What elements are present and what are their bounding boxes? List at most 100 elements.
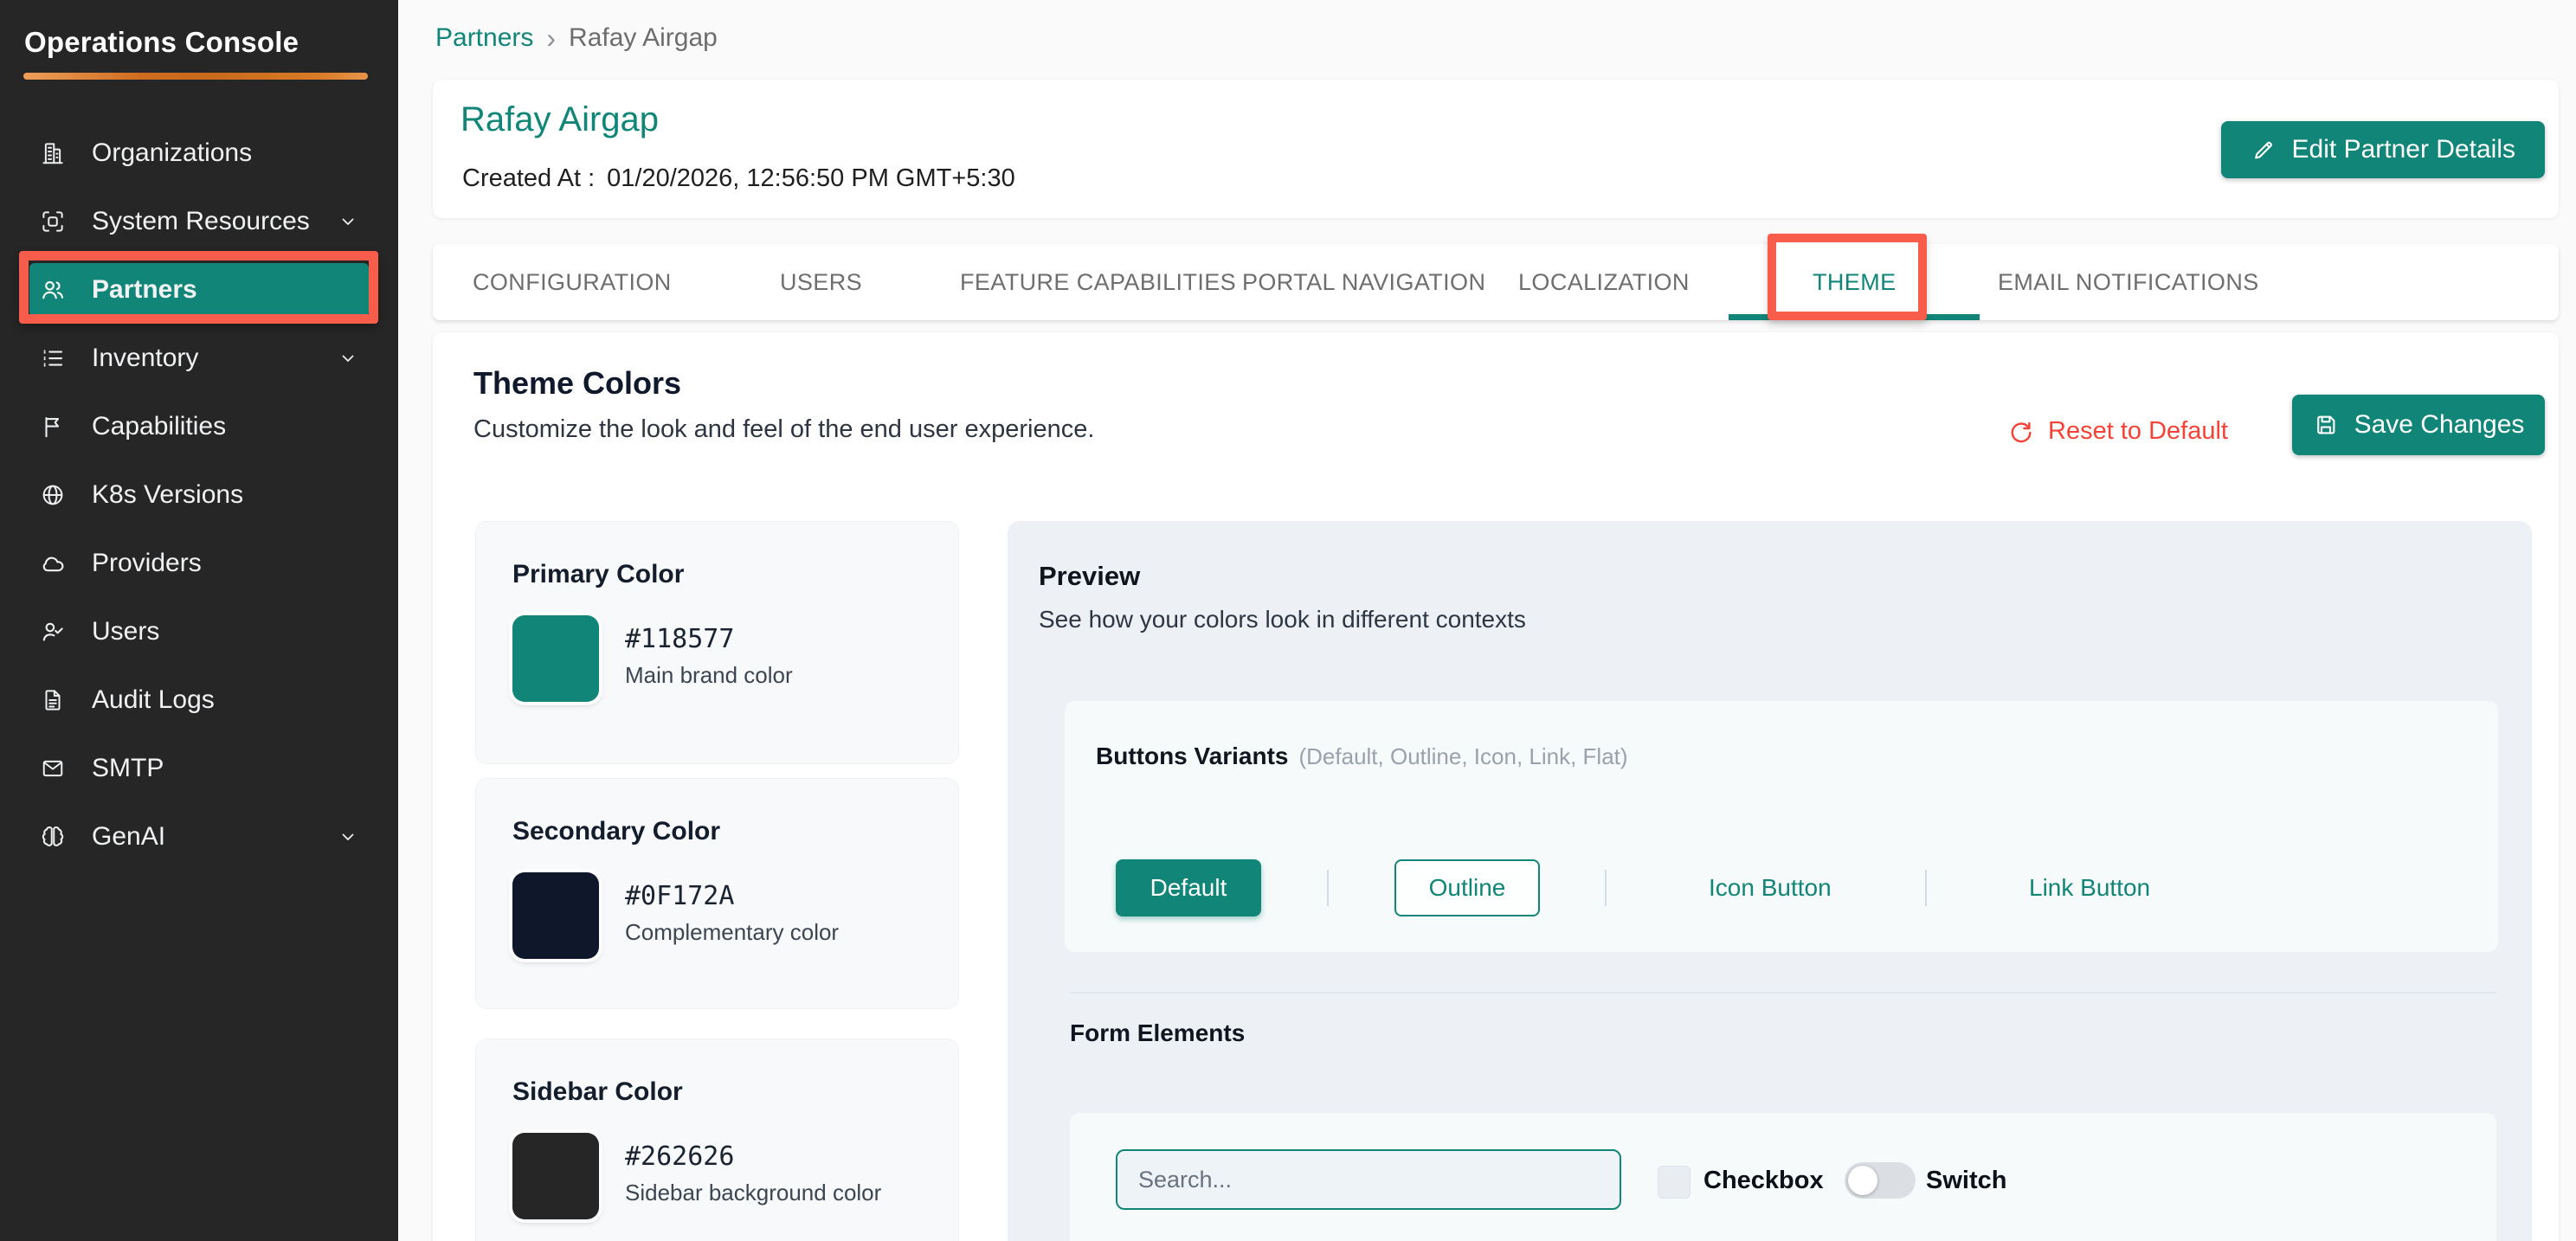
sidebar-item-label: System Resources: [92, 207, 310, 236]
vertical-divider: [1327, 870, 1329, 906]
chevron-down-icon: [338, 348, 358, 369]
tab-theme[interactable]: THEME: [1813, 244, 1897, 320]
color-card-title: Primary Color: [512, 560, 684, 589]
preview-icon-button[interactable]: Icon Button: [1709, 859, 1832, 916]
save-changes-button[interactable]: Save Changes: [2292, 395, 2545, 455]
breadcrumb-current: Rafay Airgap: [569, 23, 718, 53]
globe-icon: [40, 482, 66, 508]
sidebar-item-inventory[interactable]: Inventory: [29, 331, 369, 385]
primary-color-card: Primary Color #118577 Main brand color: [475, 521, 959, 764]
refresh-icon: [2006, 418, 2034, 446]
reset-to-default-label: Reset to Default: [2048, 417, 2228, 446]
buttons-variants-header: Buttons Variants (Default, Outline, Icon…: [1096, 743, 1628, 770]
sidebar-color-swatch[interactable]: [512, 1133, 599, 1219]
sidebar-item-label: Organizations: [92, 138, 252, 168]
sidebar-item-label: SMTP: [92, 754, 164, 783]
color-hex-value: #262626: [625, 1141, 734, 1172]
page-title: Rafay Airgap: [460, 100, 659, 139]
preview-switch[interactable]: [1845, 1162, 1916, 1199]
brain-icon: [40, 824, 66, 850]
pencil-icon: [2251, 137, 2277, 163]
document-icon: [40, 687, 66, 713]
sidebar-item-label: Providers: [92, 549, 202, 578]
tab-email-notifications[interactable]: EMAIL NOTIFICATIONS: [1998, 244, 2259, 320]
color-hex-value: #0F172A: [625, 881, 734, 911]
person-check-icon: [40, 619, 66, 645]
sidebar-item-users[interactable]: Users: [29, 605, 369, 659]
save-icon: [2313, 412, 2339, 438]
sidebar-accent-divider: [23, 73, 368, 80]
breadcrumb: Partners › Rafay Airgap: [435, 23, 718, 53]
color-description: Sidebar background color: [625, 1180, 881, 1206]
chevron-down-icon: [338, 211, 358, 232]
sidebar-item-audit-logs[interactable]: Audit Logs: [29, 673, 369, 727]
theme-colors-title: Theme Colors: [473, 365, 681, 402]
sidebar-item-genai[interactable]: GenAI: [29, 810, 369, 864]
secondary-color-swatch[interactable]: [512, 872, 599, 959]
tab-feature-capabilities[interactable]: FEATURE CAPABILITIES: [960, 244, 1236, 320]
tab-bar: CONFIGURATION USERS FEATURE CAPABILITIES…: [433, 244, 2559, 320]
edit-partner-details-label: Edit Partner Details: [2292, 135, 2515, 164]
edit-partner-details-button[interactable]: Edit Partner Details: [2221, 121, 2545, 178]
tab-localization[interactable]: LOCALIZATION: [1518, 244, 1690, 320]
tab-portal-navigation[interactable]: PORTAL NAVIGATION: [1242, 244, 1485, 320]
preview-default-button[interactable]: Default: [1116, 859, 1261, 916]
sidebar-item-label: GenAI: [92, 822, 165, 852]
sidebar-color-card: Sidebar Color #262626 Sidebar background…: [475, 1038, 959, 1241]
primary-color-swatch[interactable]: [512, 615, 599, 702]
created-at-value: 01/20/2026, 12:56:50 PM GMT+5:30: [607, 164, 1015, 193]
preview-subtitle: See how your colors look in different co…: [1039, 606, 1526, 633]
preview-outline-button[interactable]: Outline: [1394, 859, 1540, 916]
vertical-divider: [1605, 870, 1607, 906]
buttons-variants-subtitle: (Default, Outline, Icon, Link, Flat): [1298, 743, 1627, 770]
buttons-variants-title: Buttons Variants: [1096, 743, 1288, 770]
sidebar-item-label: Users: [92, 617, 159, 646]
breadcrumb-separator: ›: [546, 25, 556, 51]
sidebar: Operations Console Organizations: [0, 0, 398, 1241]
sidebar-item-label: Inventory: [92, 344, 198, 373]
sidebar-item-organizations[interactable]: Organizations: [29, 126, 369, 180]
breadcrumb-partners-link[interactable]: Partners: [435, 23, 533, 53]
sidebar-item-partners[interactable]: Partners: [29, 263, 369, 317]
created-at-label: Created At :: [462, 164, 595, 193]
save-changes-label: Save Changes: [2354, 410, 2525, 440]
sidebar-item-providers[interactable]: Providers: [29, 537, 369, 590]
people-icon: [40, 277, 66, 303]
secondary-color-card: Secondary Color #0F172A Complementary co…: [475, 778, 959, 1009]
sidebar-item-label: K8s Versions: [92, 480, 243, 510]
sidebar-menu: Organizations System Resources: [0, 126, 398, 878]
list-icon: [40, 345, 66, 371]
system-resources-icon: [40, 209, 66, 235]
envelope-icon: [40, 756, 66, 781]
color-description: Complementary color: [625, 919, 839, 946]
partner-header-card: Rafay Airgap Created At : 01/20/2026, 12…: [433, 80, 2559, 218]
created-at: Created At : 01/20/2026, 12:56:50 PM GMT…: [462, 164, 1015, 193]
search-input[interactable]: [1116, 1149, 1621, 1210]
preview-link-button[interactable]: Link Button: [2029, 859, 2150, 916]
color-card-title: Sidebar Color: [512, 1077, 683, 1107]
form-elements-title: Form Elements: [1070, 1019, 1245, 1047]
theme-colors-subtitle: Customize the look and feel of the end u…: [473, 415, 1094, 444]
tab-users[interactable]: USERS: [780, 244, 862, 320]
sidebar-item-capabilities[interactable]: Capabilities: [29, 400, 369, 453]
tab-configuration[interactable]: CONFIGURATION: [473, 244, 672, 320]
chevron-down-icon: [338, 826, 358, 847]
preview-panel: Preview See how your colors look in diff…: [1008, 521, 2532, 1241]
preview-checkbox[interactable]: [1658, 1166, 1690, 1199]
switch-label: Switch: [1926, 1167, 2006, 1195]
sidebar-item-k8s-versions[interactable]: K8s Versions: [29, 468, 369, 522]
color-description: Main brand color: [625, 662, 793, 689]
sidebar-item-smtp[interactable]: SMTP: [29, 742, 369, 795]
sidebar-item-label: Audit Logs: [92, 685, 215, 715]
reset-to-default-button[interactable]: Reset to Default: [2006, 417, 2228, 446]
color-card-title: Secondary Color: [512, 817, 720, 846]
active-tab-underline: [1729, 314, 1980, 320]
building-icon: [40, 140, 66, 166]
vertical-divider: [1925, 870, 1927, 906]
app-title: Operations Console: [0, 0, 398, 59]
form-elements-card: Checkbox Switch: [1070, 1113, 2496, 1241]
sidebar-item-system-resources[interactable]: System Resources: [29, 195, 369, 248]
checkbox-label: Checkbox: [1703, 1167, 1824, 1195]
buttons-variants-card: Buttons Variants (Default, Outline, Icon…: [1065, 701, 2498, 952]
cloud-icon: [40, 550, 66, 576]
